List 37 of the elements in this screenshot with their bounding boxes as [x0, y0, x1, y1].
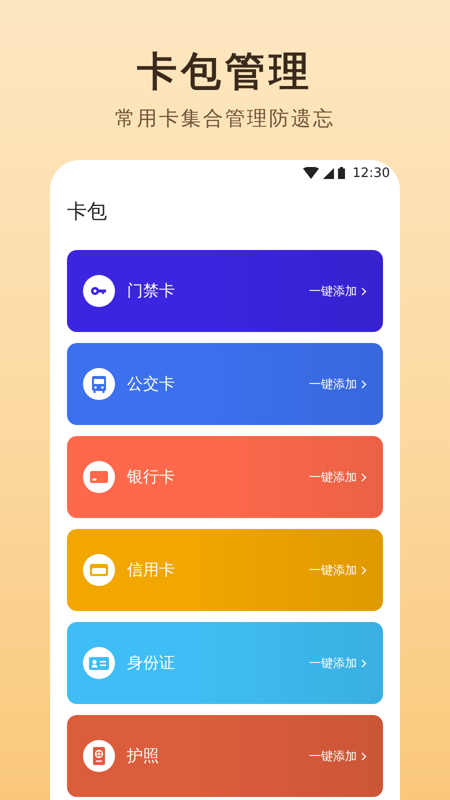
wallet-card[interactable]: 门禁卡 一键添加	[67, 250, 383, 332]
headline: 卡包管理	[137, 48, 313, 96]
chevron-icon	[361, 380, 367, 388]
add-button[interactable]: 一键添加	[309, 282, 367, 300]
status-time: 12:30	[352, 166, 390, 180]
wallet-card[interactable]: 身份证 一键添加	[67, 622, 383, 704]
id-card-icon	[83, 647, 115, 679]
add-button[interactable]: 一键添加	[309, 468, 367, 486]
add-button[interactable]: 一键添加	[309, 562, 367, 578]
signal-icon	[322, 168, 334, 178]
card-label: 信用卡	[127, 560, 176, 580]
page-title: 卡包	[66, 198, 108, 225]
wallet-card[interactable]: 信用卡 一键添加	[67, 529, 383, 611]
battery-icon	[338, 167, 345, 179]
card-label: 身份证	[127, 652, 176, 674]
passport-icon	[83, 740, 115, 772]
add-button[interactable]: 一键添加	[309, 748, 367, 764]
chevron-icon	[361, 752, 367, 760]
wallet-card[interactable]: 银行卡 一键添加	[67, 436, 383, 518]
add-button[interactable]: 一键添加	[309, 376, 367, 392]
wallet-card[interactable]: 公交卡 一键添加	[67, 343, 383, 425]
add-button[interactable]: 一键添加	[309, 654, 367, 672]
chevron-icon	[361, 566, 367, 574]
wallet-card[interactable]: 护照 一键添加	[67, 715, 383, 797]
card-label: 门禁卡	[127, 280, 176, 302]
card-label: 护照	[127, 746, 160, 766]
chevron-icon	[361, 658, 367, 668]
bank-card-icon	[83, 461, 115, 493]
card-label: 银行卡	[127, 466, 176, 488]
subtitle: 常用卡集合管理防遗忘	[115, 105, 335, 132]
key-icon	[83, 275, 115, 307]
card-label: 公交卡	[127, 374, 176, 394]
chevron-icon	[361, 472, 367, 482]
bus-icon	[83, 368, 115, 400]
credit-card-icon	[83, 554, 115, 586]
wifi-icon	[302, 167, 319, 179]
chevron-icon	[361, 286, 367, 296]
